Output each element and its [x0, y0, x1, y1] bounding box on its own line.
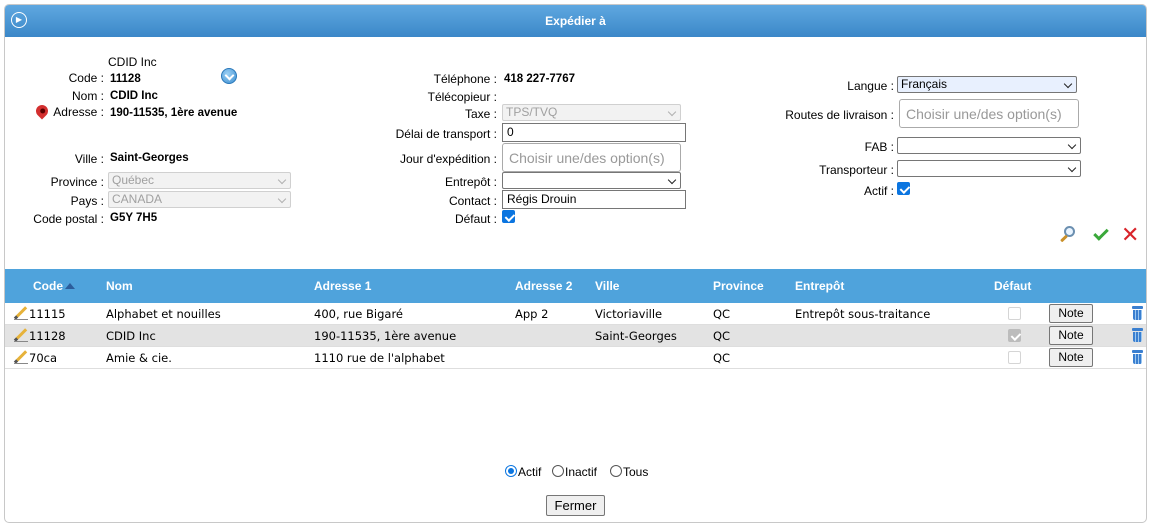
code-postal-value: G5Y 7H5 [110, 212, 158, 224]
header-entrepot[interactable]: Entrepôt [795, 279, 844, 293]
cell-entrepot: Entrepôt sous-traitance [795, 307, 931, 321]
filter-inactif-radio[interactable] [552, 465, 564, 477]
cell-code: 70ca [29, 351, 58, 365]
collapse-toggle-icon[interactable]: ▶ [11, 12, 27, 28]
cell-defaut-checkbox [1008, 351, 1021, 364]
telephone-value: 418 227-7767 [504, 73, 575, 85]
langue-label: Langue : [847, 79, 894, 93]
delai-label: Délai de transport : [395, 127, 497, 141]
cell-province: QC [713, 307, 731, 321]
province-label: Province : [50, 175, 104, 189]
cell-code: 11115 [29, 307, 66, 321]
cell-ville: Saint-Georges [595, 329, 677, 343]
filter-inactif-label: Inactif [565, 465, 598, 479]
header-adresse2[interactable]: Adresse 2 [515, 279, 572, 293]
jour-label: Jour d'expédition : [399, 152, 497, 166]
ville-label: Ville : [74, 152, 104, 166]
trash-icon[interactable] [1132, 350, 1143, 364]
actif-checkbox[interactable] [897, 182, 910, 195]
edit-pencil-icon[interactable] [14, 350, 28, 364]
cell-defaut-checkbox [1008, 329, 1021, 342]
adresse-label: Adresse : [53, 105, 104, 119]
note-button[interactable]: Note [1049, 348, 1093, 367]
red-x-icon[interactable]: ✕ [1121, 224, 1139, 246]
table-row[interactable]: 11128 CDID Inc 190-11535, 1ère avenue Sa… [5, 325, 1146, 347]
filter-tous-label: Tous [623, 465, 649, 479]
entrepot-label: Entrepôt : [444, 175, 497, 189]
adresse-value: 190-11535, 1ère avenue [110, 107, 238, 119]
code-label: Code : [68, 71, 104, 85]
telephone-label: Téléphone : [433, 72, 497, 86]
pays-select[interactable]: CANADA [108, 191, 291, 208]
cell-code: 11128 [29, 329, 66, 343]
cell-adresse2: App 2 [515, 307, 549, 321]
ville-value: Saint-Georges [110, 152, 189, 164]
actif-label: Actif : [863, 184, 894, 198]
cell-adresse1: 190-11535, 1ère avenue [314, 329, 457, 343]
routes-multiselect[interactable]: Choisir une/des option(s) [899, 99, 1079, 128]
cell-adresse1: 1110 rue de l'alphabet [314, 351, 445, 365]
sort-asc-icon [65, 283, 75, 289]
contact-label: Contact : [448, 194, 497, 208]
edit-pencil-icon[interactable] [14, 306, 28, 320]
cell-defaut-checkbox [1008, 307, 1021, 320]
note-button[interactable]: Note [1049, 304, 1093, 323]
cell-nom: Alphabet et nouilles [106, 307, 221, 321]
cell-province: QC [713, 351, 731, 365]
header-nom[interactable]: Nom [106, 279, 133, 293]
cell-nom: CDID Inc [106, 329, 156, 343]
cell-ville: Victoriaville [595, 307, 663, 321]
transporteur-label: Transporteur : [819, 163, 894, 177]
transporteur-select[interactable] [897, 160, 1081, 177]
panel-title: Expédier à [545, 14, 606, 28]
trash-icon[interactable] [1132, 306, 1143, 320]
header-adresse1[interactable]: Adresse 1 [314, 279, 371, 293]
fab-select[interactable] [897, 137, 1081, 154]
edit-pencil-icon[interactable] [14, 328, 28, 342]
ship-to-panel: ▶ Expédier à CDID Inc Code : 11128 Nom :… [4, 4, 1147, 523]
grid-header: Code Nom Adresse 1 Adresse 2 Ville Provi… [5, 269, 1146, 303]
table-row[interactable]: 70ca Amie & cie. 1110 rue de l'alphabet … [5, 347, 1146, 369]
nom-value: CDID Inc [110, 90, 158, 102]
taxe-label: Taxe : [464, 107, 497, 121]
panel-titlebar: ▶ Expédier à [5, 5, 1146, 37]
defaut-label: Défaut : [454, 212, 497, 226]
filter-tous-radio[interactable] [610, 465, 622, 477]
cell-adresse1: 400, rue Bigaré [314, 307, 403, 321]
company-name: CDID Inc [108, 55, 157, 69]
routes-label: Routes de livraison : [785, 108, 894, 122]
header-province[interactable]: Province [713, 279, 764, 293]
filter-actif-label: Actif [518, 465, 542, 479]
delai-input[interactable]: 0 [502, 123, 686, 142]
table-row[interactable]: 11115 Alphabet et nouilles 400, rue Biga… [5, 303, 1146, 325]
expand-details-icon[interactable] [221, 68, 237, 84]
defaut-checkbox[interactable] [502, 210, 515, 223]
telecopieur-label: Télécopieur : [427, 90, 497, 104]
header-defaut[interactable]: Défaut [994, 279, 1031, 293]
header-code[interactable]: Code [33, 279, 75, 293]
code-value: 11128 [110, 73, 141, 85]
header-ville[interactable]: Ville [595, 279, 619, 293]
province-select[interactable]: Québec [108, 172, 291, 189]
pays-label: Pays : [70, 194, 104, 208]
jour-multiselect[interactable]: Choisir une/des option(s) [502, 143, 681, 172]
filter-actif-radio[interactable] [505, 465, 517, 477]
entrepot-select[interactable] [502, 172, 681, 189]
fermer-button[interactable]: Fermer [546, 495, 605, 516]
green-check-icon[interactable] [1091, 225, 1109, 243]
taxe-select[interactable]: TPS/TVQ [502, 104, 681, 121]
note-button[interactable]: Note [1049, 326, 1093, 345]
cell-nom: Amie & cie. [106, 351, 172, 365]
langue-select[interactable]: Français [897, 76, 1077, 93]
fab-label: FAB : [864, 140, 894, 154]
code-postal-label: Code postal : [33, 212, 104, 226]
nom-label: Nom : [71, 89, 104, 103]
cell-province: QC [713, 329, 731, 343]
trash-icon[interactable] [1132, 328, 1143, 342]
magnifier-icon[interactable] [1058, 225, 1076, 243]
contact-input[interactable]: Régis Drouin [502, 190, 686, 209]
